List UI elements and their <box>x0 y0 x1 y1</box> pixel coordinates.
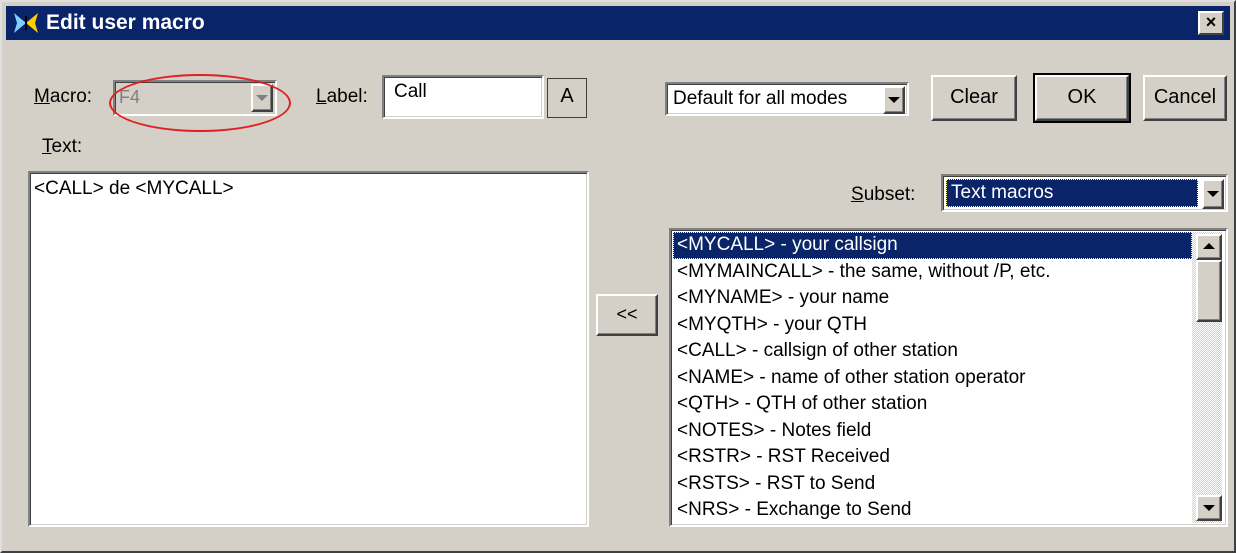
subset-select-value: Text macros <box>951 182 1054 203</box>
label-field-label: Label: <box>316 86 368 107</box>
close-icon: × <box>1205 12 1217 32</box>
list-item[interactable]: <NAME> - name of other station operator <box>673 365 1192 392</box>
title-bar[interactable]: Edit user macro × <box>6 6 1230 40</box>
text-label: Text: <box>42 136 83 157</box>
close-button[interactable]: × <box>1198 11 1224 35</box>
list-item[interactable]: <RSTS> - RST to Send <box>673 471 1192 498</box>
macro-list[interactable]: <MYCALL> - your callsign <MYMAINCALL> - t… <box>673 232 1192 523</box>
macro-list-scrollbar[interactable] <box>1192 232 1222 523</box>
list-item[interactable]: <MYQTH> - your QTH <box>673 312 1192 339</box>
subset-dropdown-button[interactable] <box>1202 179 1224 209</box>
macro-text-value: <CALL> de <MYCALL> <box>34 178 234 199</box>
window-title: Edit user macro <box>46 11 205 34</box>
macro-label: Macro: <box>34 86 93 107</box>
chevron-down-icon <box>1203 505 1215 511</box>
scroll-thumb[interactable] <box>1196 260 1222 322</box>
list-item[interactable]: <RSTR> - RST Received <box>673 444 1192 471</box>
chevron-down-icon <box>256 95 268 101</box>
font-button[interactable]: A <box>547 78 587 118</box>
subset-label: Subset: <box>851 184 916 205</box>
macro-dropdown-button[interactable] <box>251 84 273 112</box>
mode-select-value: Default for all modes <box>673 88 848 109</box>
chevron-down-icon <box>888 97 900 103</box>
list-item[interactable]: <MYNAME> - your name <box>673 285 1192 312</box>
list-item[interactable]: <NOTES> - Notes field <box>673 418 1192 445</box>
insert-macro-button[interactable]: << <box>596 294 658 336</box>
mode-select[interactable]: Default for all modes <box>665 82 909 116</box>
macro-select-value: F4 <box>119 87 141 107</box>
ok-button[interactable]: OK <box>1033 73 1131 123</box>
list-item[interactable]: <NRS> - Exchange to Send <box>673 497 1192 523</box>
scroll-down-button[interactable] <box>1196 495 1222 521</box>
cancel-button[interactable]: Cancel <box>1143 75 1227 121</box>
list-item[interactable]: <CALL> - callsign of other station <box>673 338 1192 365</box>
list-item[interactable]: <MYMAINCALL> - the same, without /P, etc… <box>673 259 1192 286</box>
list-item[interactable]: <QTH> - QTH of other station <box>673 391 1192 418</box>
macro-text-area[interactable]: <CALL> de <MYCALL> <box>28 171 589 527</box>
list-item[interactable]: <MYCALL> - your callsign <box>673 232 1192 259</box>
macro-select[interactable]: F4 <box>113 80 277 116</box>
subset-select[interactable]: Text macros <box>941 174 1228 212</box>
macro-list-frame: <MYCALL> - your callsign <MYMAINCALL> - t… <box>669 228 1228 527</box>
scroll-up-button[interactable] <box>1196 234 1222 260</box>
clear-button[interactable]: Clear <box>931 75 1017 121</box>
chevron-up-icon <box>1203 243 1215 249</box>
label-input[interactable]: Call <box>382 75 544 119</box>
edit-user-macro-dialog: Edit user macro × Macro: F4 Label: Call … <box>0 0 1236 553</box>
chevron-down-icon <box>1207 191 1219 197</box>
butterfly-icon <box>14 13 38 33</box>
mode-dropdown-button[interactable] <box>883 86 905 114</box>
label-input-value: Call <box>394 81 427 102</box>
